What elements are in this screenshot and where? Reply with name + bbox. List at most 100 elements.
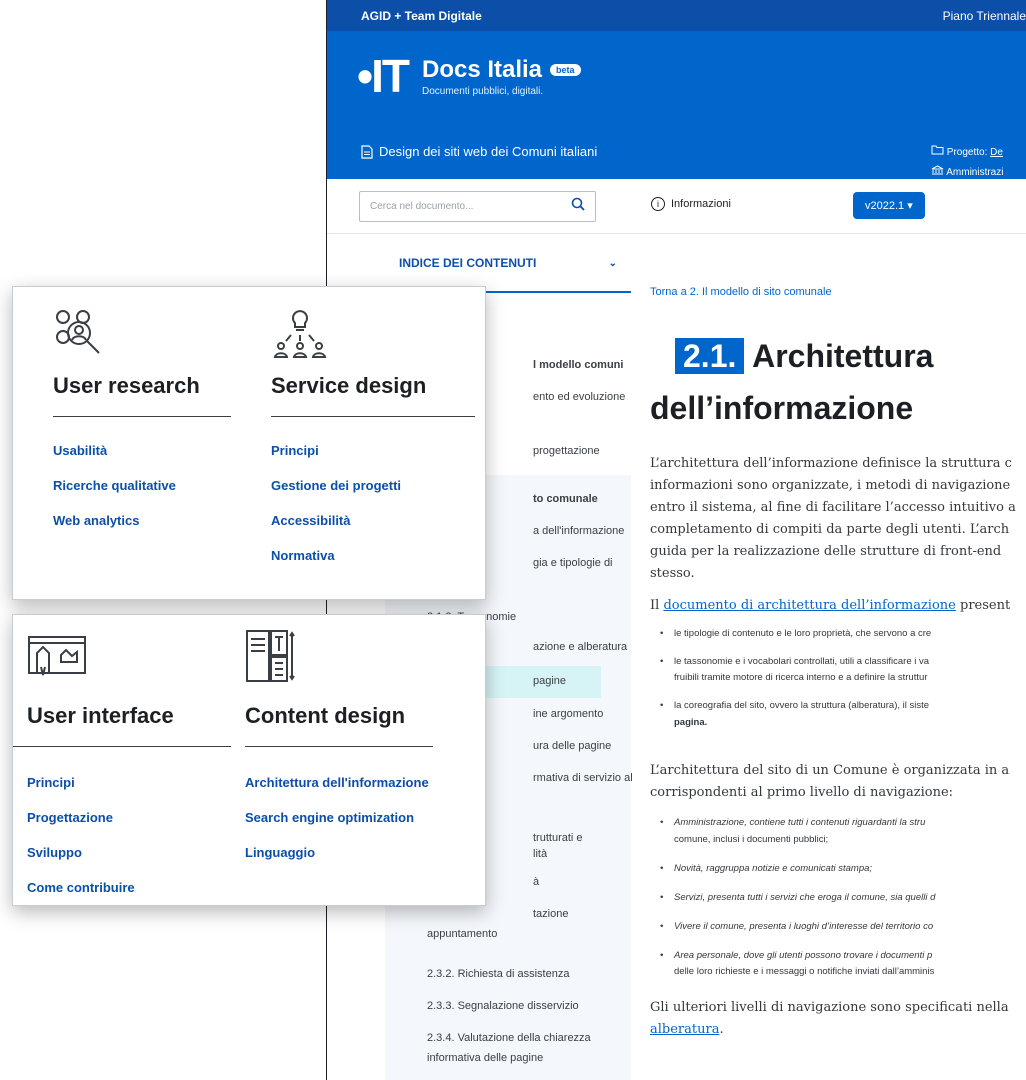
link-principi[interactable]: Principi [27,775,75,790]
beta-badge: beta [550,63,581,76]
list-item-continuation: pagina. [674,717,708,728]
link-usabilita[interactable]: Usabilità [53,443,107,458]
user-research-icon [56,310,100,354]
back-link[interactable]: Torna a 2. Il modello di sito comunale [650,286,832,298]
divider [13,746,231,747]
document-meta: Progetto: De Amministrazi [931,143,1003,183]
paragraph-line: Gli ulteriori livelli di navigazione son… [650,1000,1009,1015]
paragraph-line: informazioni sono organizzate, i metodi … [650,478,1011,493]
document-title-text: Design dei siti web dei Comuni italiani [379,144,598,159]
sidebar-item[interactable]: 2.3.3. Segnalazione disservizio [427,1000,579,1012]
list-item-continuation: comune, inclusi i documenti pubblici; [674,834,829,845]
page-title-line-2: dell’informazione [650,390,914,426]
sidebar-item[interactable]: 2.3.4. Valutazione della chiarezza [427,1032,591,1044]
sidebar-item[interactable]: à [533,876,539,888]
link-principi[interactable]: Principi [271,443,319,458]
list-item: le tipologie di contenuto e le loro prop… [660,626,931,642]
list-item: Amministrazione, contiene tutti i conten… [660,815,925,831]
user-interface-icon [28,636,86,676]
user-interface-title: User interface [27,703,174,728]
link-gestione-progetti[interactable]: Gestione dei progetti [271,478,401,493]
document-title[interactable]: Design dei siti web dei Comuni italiani [361,144,597,159]
paragraph-line: guida per la realizzazione delle struttu… [650,544,1002,559]
list-item-continuation: delle loro richieste e i messaggi o noti… [674,966,935,977]
list-item: la coreografia del sito, ovvero la strut… [660,698,929,714]
info-button[interactable]: i Informazioni [651,197,731,211]
sidebar-item[interactable]: tazione [533,908,568,920]
project-link[interactable]: De [990,147,1003,158]
link-sviluppo[interactable]: Sviluppo [27,845,82,860]
sidebar-item[interactable]: to comunale [533,493,598,505]
sidebar-item[interactable]: informativa delle pagine [427,1052,543,1064]
link-linguaggio[interactable]: Linguaggio [245,845,315,860]
chevron-down-icon: ⌄ [608,257,617,269]
sidebar-item[interactable]: appuntamento [427,928,497,940]
index-toggle[interactable]: INDICE DEI CONTENUTI ⌄ [385,235,631,293]
search-placeholder: Cerca nel documento... [370,201,474,212]
design-areas-card-2: User interface Principi Progettazione Sv… [12,614,486,906]
link-progettazione[interactable]: Progettazione [27,810,113,825]
sidebar-item[interactable]: progettazione [533,445,600,457]
sidebar-item[interactable]: ento ed evoluzione [533,391,625,403]
docs-italia-logo[interactable]: •IT Docs Italia beta Documenti pubblici, … [357,53,581,99]
info-icon: i [651,197,665,211]
search-icon[interactable] [571,197,585,216]
architecture-doc-link[interactable]: documento di architettura dell’informazi… [663,598,955,613]
paragraph-text: Il [650,598,664,613]
link-normativa[interactable]: Normativa [271,548,335,563]
info-label: Informazioni [671,198,731,210]
search-input[interactable]: Cerca nel documento... [359,191,596,222]
document-icon [361,144,373,159]
link-accessibilita[interactable]: Accessibilità [271,513,351,528]
link-web-analytics[interactable]: Web analytics [53,513,139,528]
page-title: 2.1. Architettura [675,332,934,380]
divider [245,746,433,747]
sidebar-item[interactable]: 2.3.2. Richiesta di assistenza [427,968,569,980]
sidebar-item[interactable]: l modello comuni [533,359,623,371]
link-architettura-informazione[interactable]: Architettura dell'informazione [245,775,429,790]
sidebar-item-label: pagine [533,675,567,687]
paragraph-line: corrispondenti al primo livello di navig… [650,785,954,800]
service-design-title: Service design [271,373,427,398]
paragraph-line: completamento di compiti da parte degli … [650,522,1010,537]
admin-label[interactable]: Amministrazi [946,167,1003,178]
version-label: v2022.1 [865,199,905,212]
sidebar-item[interactable]: ine argomento [533,708,603,720]
sidebar-item[interactable]: rmativa di servizio al [533,772,633,784]
sidebar-item[interactable]: trutturati e [533,832,583,844]
paragraph-line: L’architettura dell’informazione definis… [650,456,1012,471]
brand-tagline: Documenti pubblici, digitali. [421,85,544,97]
caret-down-icon: ▾ [907,200,913,212]
institution-icon [931,165,944,175]
heading-line-1: Architettura [752,338,934,374]
content-design-icon [246,630,295,682]
project-label: Progetto: [946,147,991,158]
sidebar-item[interactable]: ura delle pagine [533,740,611,752]
heading-number: 2.1. [675,338,745,374]
paragraph: Il documento di architettura dell’inform… [650,595,1010,617]
version-select[interactable]: v2022.1 ▾ [853,192,925,219]
paragraph-line: entro il sistema, al fine di facilitare … [650,500,1016,515]
user-research-title: User research [53,373,200,398]
alberatura-link[interactable]: alberatura [650,1022,719,1037]
divider [271,416,475,417]
list-item: Novità, raggruppa notizie e comunicati s… [660,861,872,877]
paragraph-line: alberatura. [650,1019,724,1041]
sidebar-item[interactable]: azione e alberatura [533,641,627,653]
link-seo[interactable]: Search engine optimization [245,810,414,825]
link-come-contribuire[interactable]: Come contribuire [27,880,135,895]
sidebar-item[interactable]: lità [533,848,547,860]
list-item: Servizi, presenta tutti i servizi che er… [660,890,935,906]
service-design-icon [273,310,327,358]
agid-link[interactable]: AGID + Team Digitale [361,9,482,23]
brand-name: Docs Italia [421,55,543,83]
link-ricerche-qualitative[interactable]: Ricerche qualitative [53,478,176,493]
piano-triennale-link[interactable]: Piano Triennale [943,9,1026,23]
doc-toolbar: Cerca nel documento... i Informazioni v2… [327,179,1026,234]
divider [53,416,231,417]
sidebar-item[interactable]: a dell'informazione [533,525,624,537]
paragraph-text: present [955,598,1011,613]
paragraph-text: . [719,1022,724,1037]
list-item: le tassonomie e i vocabolari controllati… [660,654,929,670]
sidebar-item[interactable]: gia e tipologie di [533,557,613,569]
